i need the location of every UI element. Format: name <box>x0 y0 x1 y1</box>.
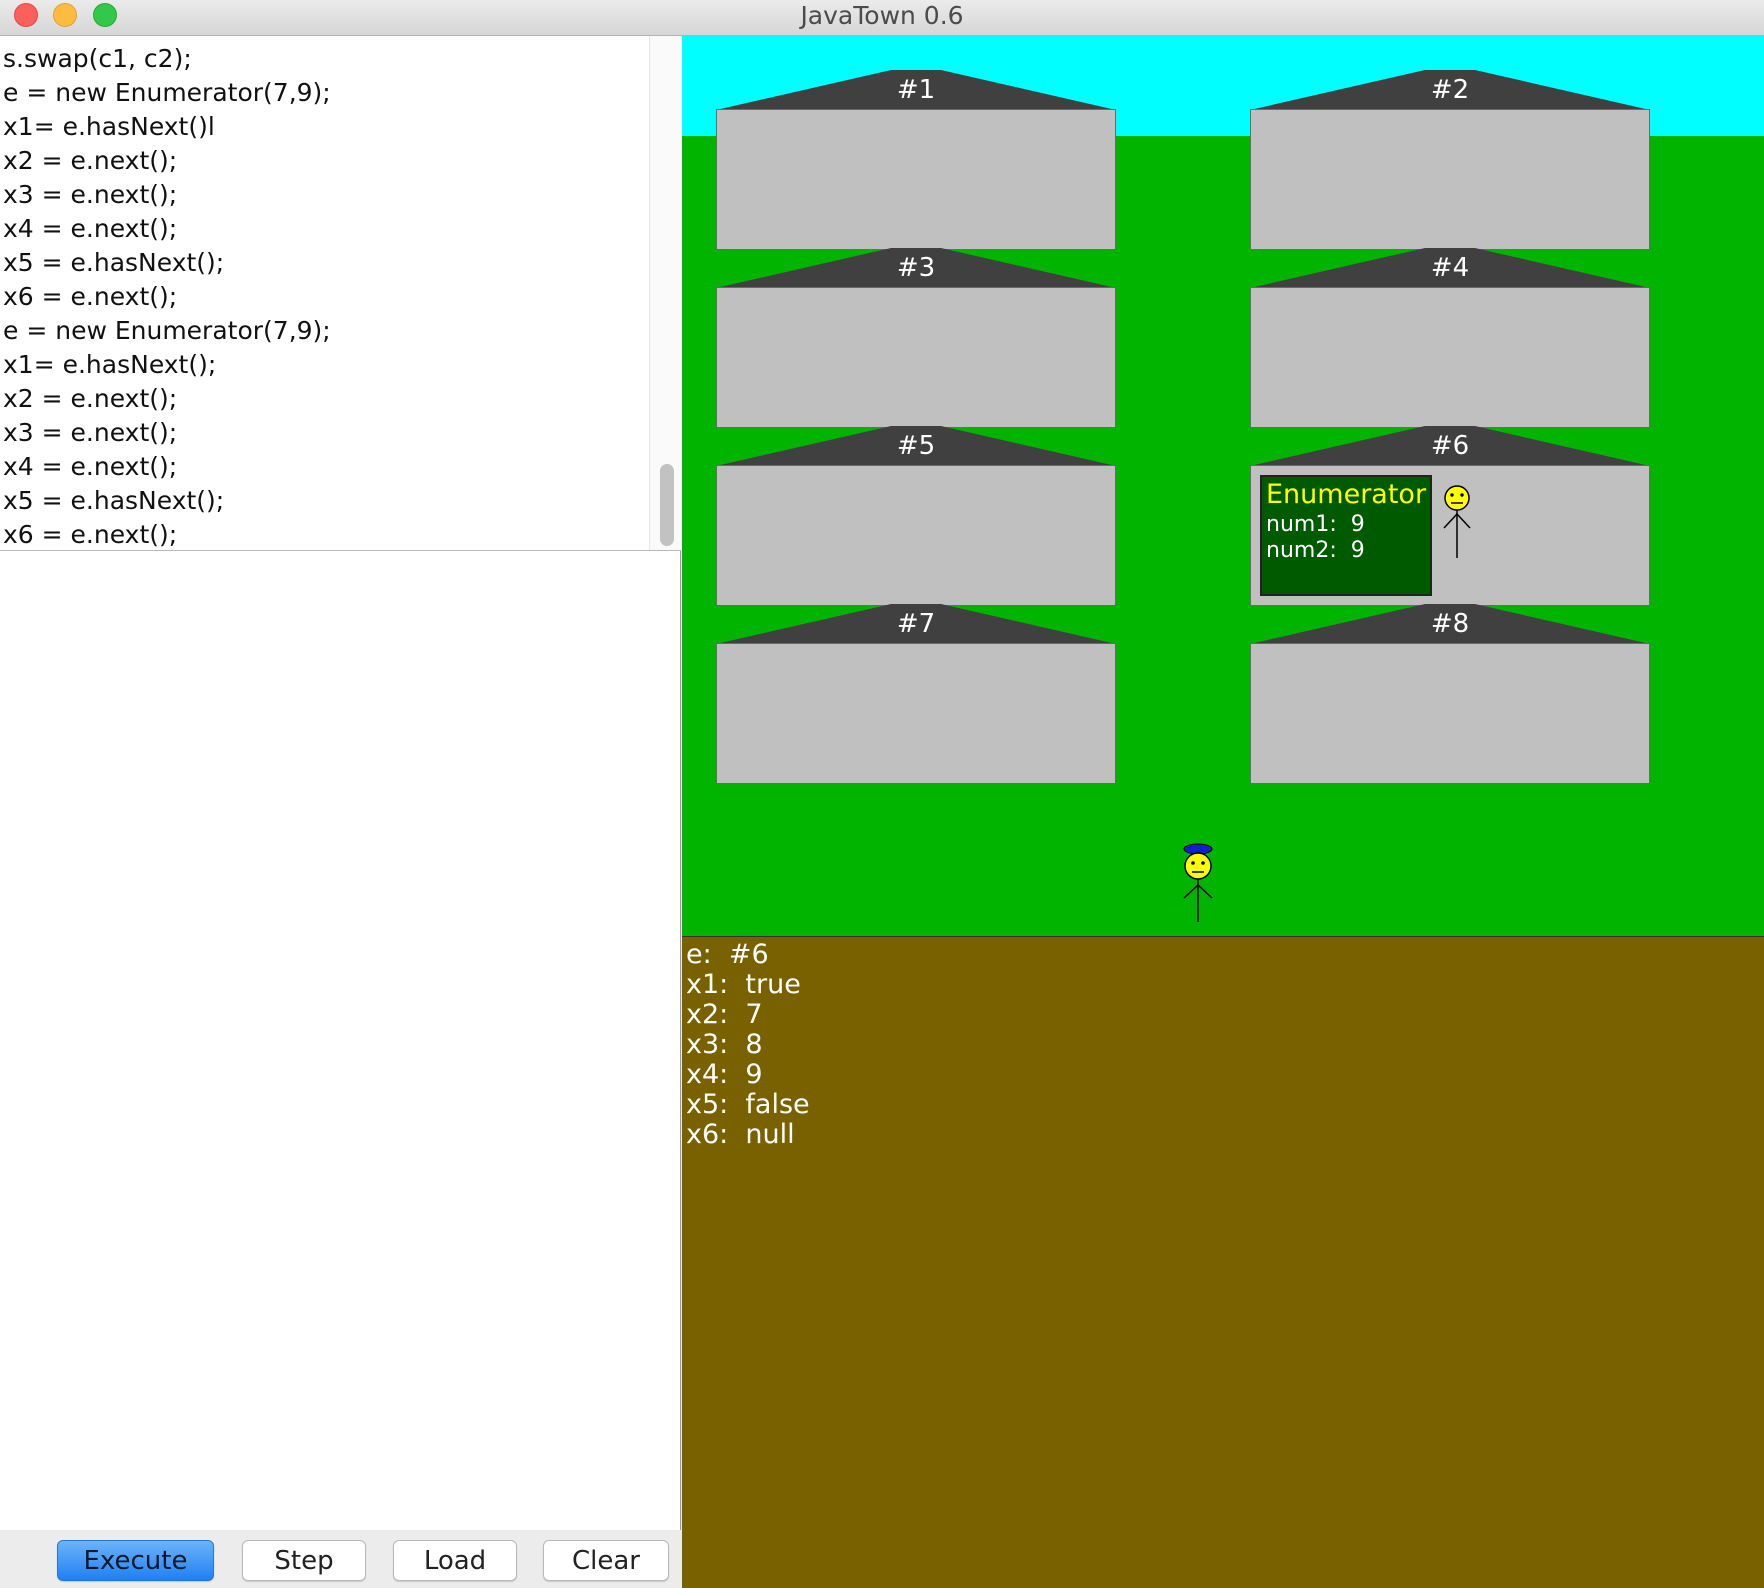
step-button[interactable]: Step <box>242 1540 366 1581</box>
house-body <box>716 287 1116 428</box>
variable-line: x3: 8 <box>686 1029 763 1060</box>
house-1: #1 <box>716 70 1116 250</box>
house-body <box>716 109 1116 250</box>
house-4: #4 <box>1250 248 1650 428</box>
house-number-label: #1 <box>896 75 936 105</box>
variable-line: e: #6 <box>686 939 769 970</box>
code-line[interactable]: x3 = e.next(); <box>3 416 331 450</box>
house-number-label: #3 <box>896 253 936 283</box>
town-view: #1 #2 #3 #4 #5 #6 Enumerator num1: 9 num2: 9 #7 #8 <box>682 36 1764 936</box>
variable-line: x1: true <box>686 969 801 1000</box>
object-class-name: Enumerator <box>1266 479 1427 510</box>
house-7: #7 <box>716 604 1116 784</box>
house-body <box>1250 643 1650 784</box>
house-body <box>1250 109 1650 250</box>
code-line[interactable]: x1= e.hasNext(); <box>3 348 331 382</box>
code-line[interactable]: e = new Enumerator(7,9); <box>3 314 331 348</box>
code-line[interactable]: s.swap(c1, c2); <box>3 42 331 76</box>
house-2: #2 <box>1250 70 1650 250</box>
house-body <box>716 465 1116 606</box>
object-field: num2: 9 <box>1266 538 1365 563</box>
stick-figure-with-cap-icon <box>1183 843 1213 922</box>
variables-panel: e: #6 x1: true x2: 7 x3: 8 x4: 9 x5: false x6:… <box>682 936 1764 1588</box>
code-line[interactable]: x6 = e.next(); <box>3 280 331 314</box>
house-body <box>1250 287 1650 428</box>
house-3: #3 <box>716 248 1116 428</box>
house-6: #6 Enumerator num1: 9 num2: 9 <box>1250 426 1650 606</box>
house-number-label: #5 <box>896 431 936 461</box>
code-line[interactable]: x5 = e.hasNext(); <box>3 484 331 518</box>
code-line[interactable]: x4 = e.next(); <box>3 212 331 246</box>
house-number-label: #7 <box>896 609 936 639</box>
code-line[interactable]: e = new Enumerator(7,9); <box>3 76 331 110</box>
code-line[interactable]: x5 = e.hasNext(); <box>3 246 331 280</box>
code-line[interactable]: x2 = e.next(); <box>3 382 331 416</box>
object-field: num1: 9 <box>1266 512 1365 537</box>
editor-scrollbar[interactable] <box>649 36 681 550</box>
variable-line: x4: 9 <box>686 1059 763 1090</box>
clear-button[interactable]: Clear <box>543 1540 669 1581</box>
window-title: JavaTown 0.6 <box>800 1 964 30</box>
house-number-label: #2 <box>1430 75 1470 105</box>
scrollbar-thumb[interactable] <box>660 464 674 546</box>
button-bar: Execute Step Load Clear <box>0 1530 681 1588</box>
house-8: #8 <box>1250 604 1650 784</box>
stick-figure-icon <box>1443 485 1471 558</box>
title-bar: JavaTown 0.6 <box>0 0 1764 36</box>
code-line[interactable]: x1= e.hasNext()l <box>3 110 331 144</box>
variable-line: x2: 7 <box>686 999 763 1030</box>
variable-line: x5: false <box>686 1089 810 1120</box>
house-number-label: #4 <box>1430 253 1470 283</box>
code-editor[interactable]: s.swap(c1, c2); e = new Enumerator(7,9); x… <box>0 36 681 551</box>
house-number-label: #6 <box>1430 431 1470 461</box>
house-number-label: #8 <box>1430 609 1470 639</box>
load-button[interactable]: Load <box>393 1540 517 1581</box>
code-text[interactable]: s.swap(c1, c2); e = new Enumerator(7,9); x… <box>3 42 331 550</box>
code-panel: s.swap(c1, c2); e = new Enumerator(7,9); x… <box>0 36 681 1588</box>
variable-line: x6: null <box>686 1119 795 1150</box>
code-line[interactable]: x2 = e.next(); <box>3 144 331 178</box>
code-line[interactable]: x6 = e.next(); <box>3 518 331 550</box>
code-line[interactable]: x3 = e.next(); <box>3 178 331 212</box>
object-box: Enumerator num1: 9 num2: 9 <box>1260 475 1432 596</box>
execute-button[interactable]: Execute <box>57 1540 214 1581</box>
code-line[interactable]: x4 = e.next(); <box>3 450 331 484</box>
house-5: #5 <box>716 426 1116 606</box>
house-body <box>716 643 1116 784</box>
